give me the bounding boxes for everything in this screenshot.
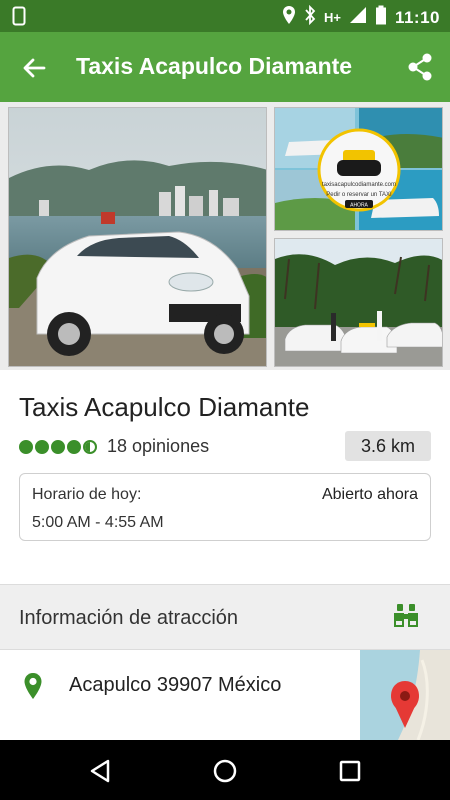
battery-icon: [375, 5, 387, 30]
gallery-photo-fleet[interactable]: [274, 238, 443, 367]
location-pin-icon: [23, 672, 43, 700]
status-time: 11:10: [394, 7, 440, 27]
back-triangle-icon[interactable]: [86, 757, 114, 785]
rating-bubble-full: [19, 439, 33, 454]
system-nav-bar: [0, 740, 450, 800]
back-arrow-icon[interactable]: [20, 54, 48, 82]
gallery-photo-main[interactable]: [8, 107, 267, 367]
app-bar-title: Taxis Acapulco Diamante: [76, 53, 353, 79]
attraction-info-section-header: Información de atracción: [0, 584, 450, 650]
hours-range: 5:00 AM - 4:55 AM: [32, 514, 164, 531]
hours-card[interactable]: Horario de hoy: Abierto ahora 5:00 AM - …: [19, 473, 431, 541]
gallery-photo-logo-collage[interactable]: taxisacapulcodiamante.com Pedir o reserv…: [274, 107, 443, 231]
home-circle-icon[interactable]: [211, 757, 239, 785]
bluetooth-icon: [304, 4, 316, 30]
share-icon[interactable]: [406, 52, 434, 82]
section-title: Información de atracción: [19, 607, 239, 629]
hours-label: Horario de hoy:: [32, 486, 142, 503]
rating-bubble-full: [51, 439, 65, 454]
address-row[interactable]: Acapulco 39907 México: [0, 650, 360, 740]
distance-badge: 3.6 km: [345, 431, 431, 461]
binoculars-icon: [392, 603, 420, 629]
status-bar: H+ 11:10: [0, 0, 450, 32]
signal-icon: [349, 6, 367, 29]
rating-bubble-full: [67, 439, 81, 454]
location-pin-icon: [282, 5, 296, 30]
attraction-name: Taxis Acapulco Diamante: [19, 392, 310, 422]
app-bar: Taxis Acapulco Diamante: [0, 32, 450, 102]
rating-bubble-full: [35, 439, 49, 454]
network-type-label: H+: [323, 10, 341, 25]
open-status: Abierto ahora: [321, 486, 418, 503]
attraction-header: Taxis Acapulco Diamante 18 opiniones 3.6…: [0, 370, 450, 584]
logo-button-text: AHORA: [350, 203, 368, 209]
rating-bubbles: [19, 439, 97, 454]
photo-gallery: taxisacapulcodiamante.com Pedir o reserv…: [0, 102, 450, 370]
address-text: Acapulco 39907 México: [69, 674, 282, 696]
review-count[interactable]: 18 opiniones: [107, 436, 209, 457]
logo-slogan-text: Pedir o reservar un TAXI: [326, 192, 392, 198]
map-thumbnail[interactable]: [360, 650, 450, 740]
recents-square-icon[interactable]: [336, 757, 364, 785]
logo-url-text: taxisacapulcodiamante.com: [322, 182, 396, 188]
rating-row[interactable]: 18 opiniones: [19, 436, 209, 457]
rating-bubble-half: [83, 439, 97, 454]
phone-outline-icon: [12, 6, 26, 31]
